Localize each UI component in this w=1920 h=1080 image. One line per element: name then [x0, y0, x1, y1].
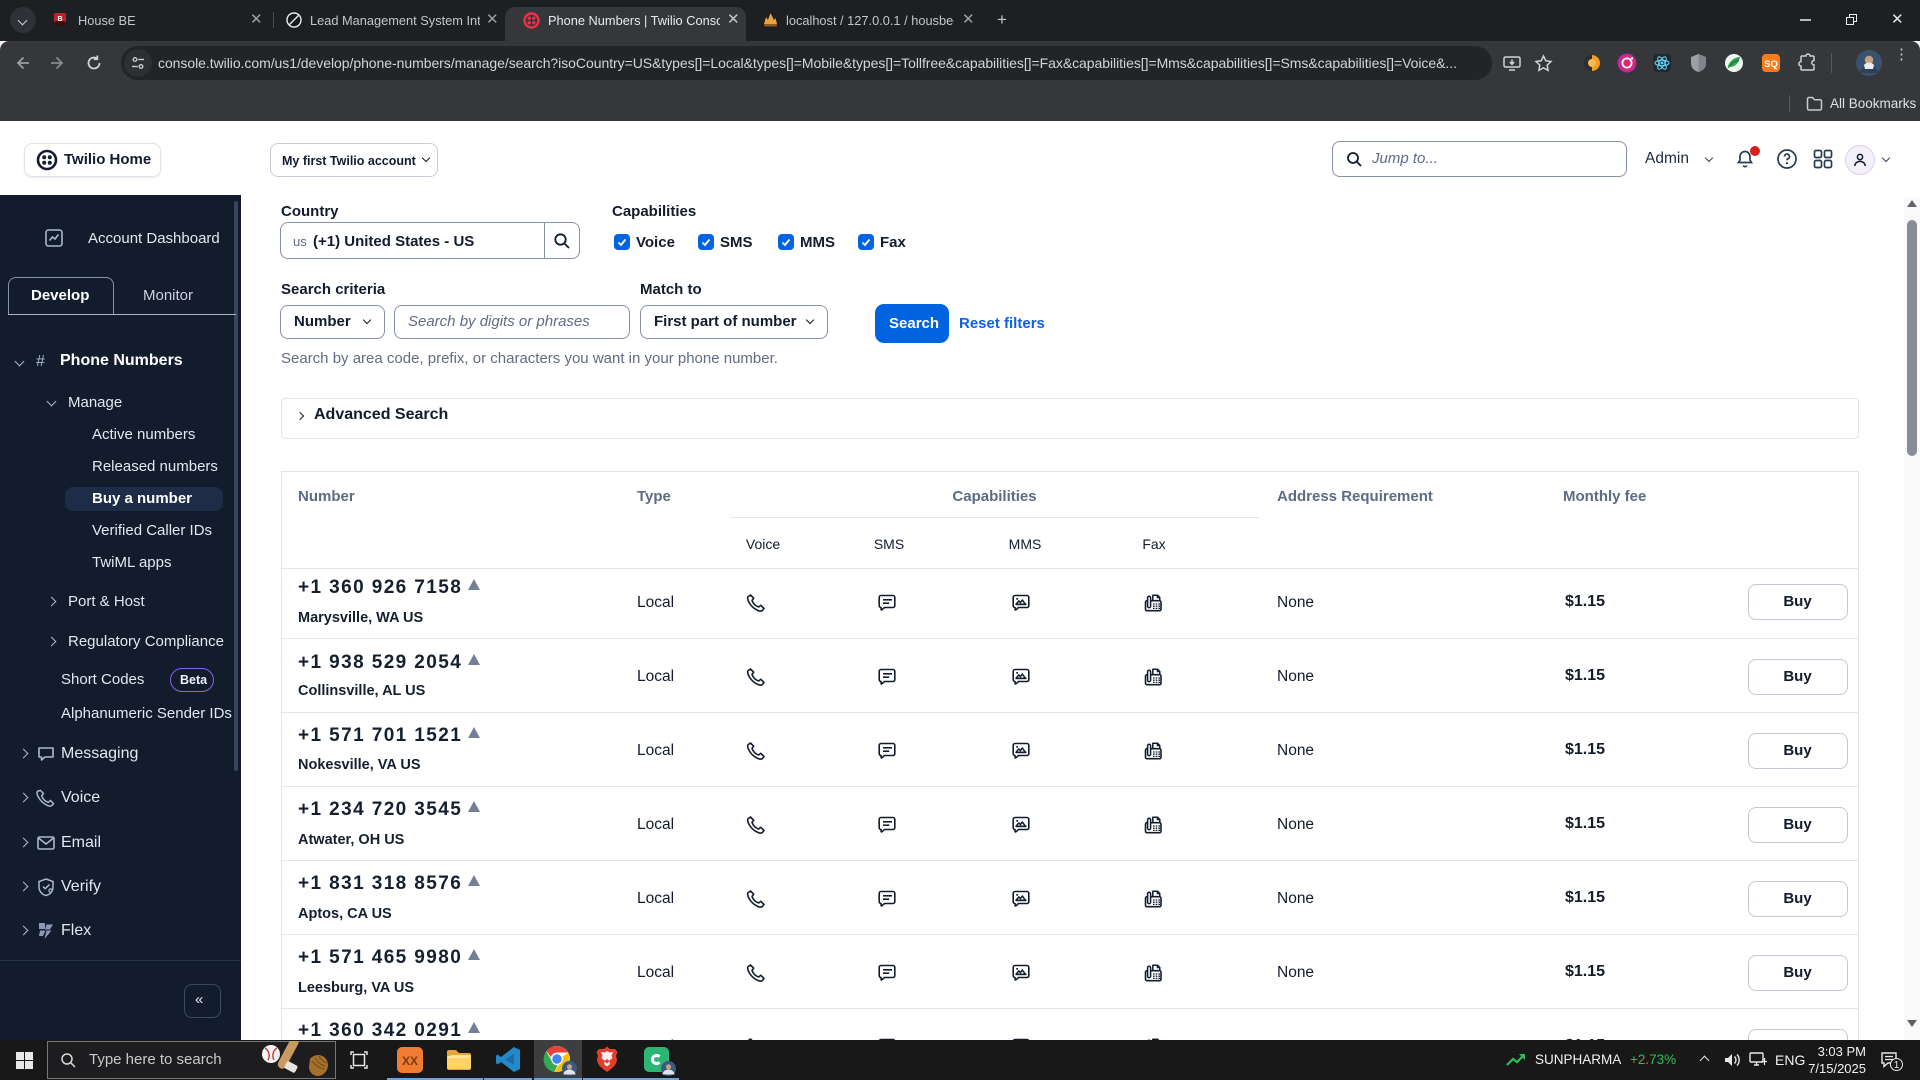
svg-text:SQ: SQ: [1764, 59, 1778, 70]
svg-text:B: B: [57, 16, 62, 23]
svg-text:XX: XX: [402, 1054, 418, 1068]
